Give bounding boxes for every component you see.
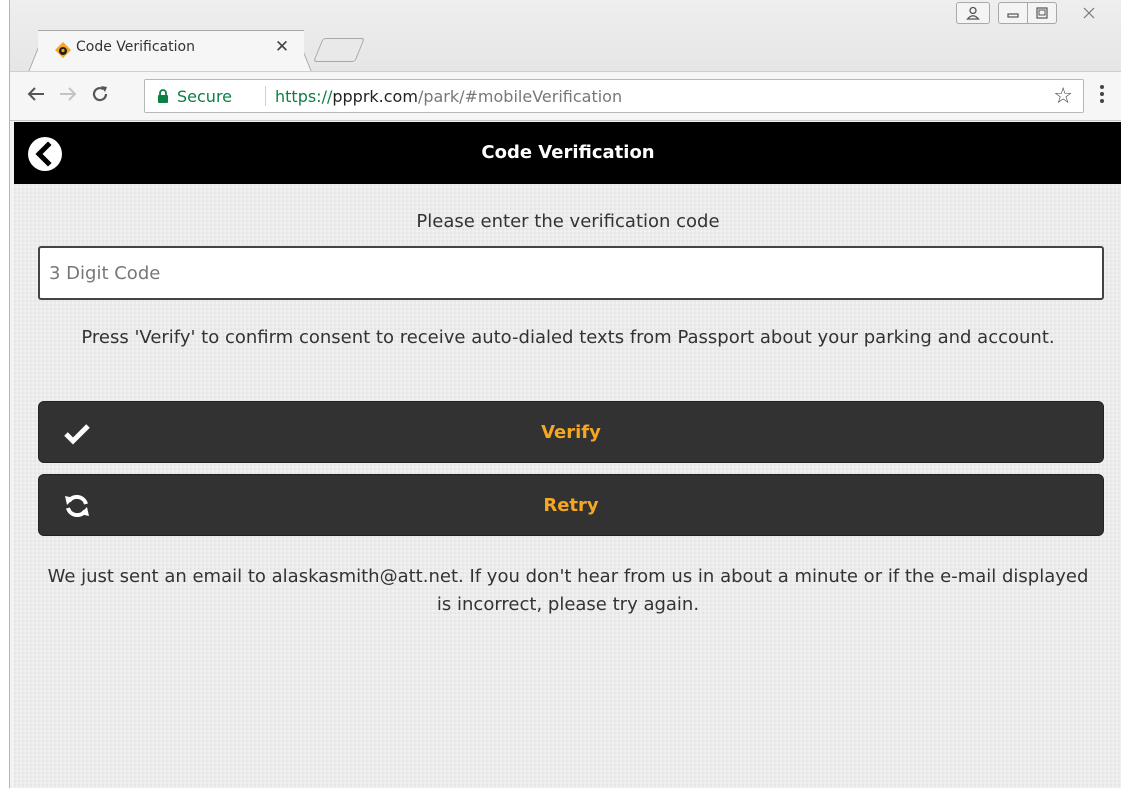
retry-button[interactable]: Retry — [38, 474, 1104, 536]
retry-button-label: Retry — [543, 495, 599, 516]
maximize-icon[interactable] — [1027, 2, 1057, 24]
window-close-icon[interactable] — [1066, 2, 1112, 24]
verify-button[interactable]: Verify — [38, 401, 1104, 463]
reload-icon[interactable] — [88, 84, 112, 108]
email-notice: We just sent an email to alaskasmith@att… — [47, 566, 1089, 615]
minimize-icon[interactable] — [998, 2, 1028, 24]
back-arrow-icon[interactable] — [24, 84, 48, 108]
verify-button-label: Verify — [541, 422, 601, 443]
page-title: Code Verification — [481, 142, 655, 163]
forward-arrow-icon[interactable] — [56, 84, 80, 108]
code-input[interactable] — [38, 246, 1104, 300]
verification-prompt: Please enter the verification code — [416, 211, 720, 232]
tab-close-icon[interactable]: ✕ — [272, 37, 292, 57]
browser-window: Code Verification ✕ Secure https://ppprk… — [9, 0, 1121, 788]
url-host: ppprk.com — [332, 87, 418, 106]
new-tab-button[interactable] — [313, 38, 365, 62]
url-text[interactable]: https://ppprk.com/park/#mobileVerificati… — [275, 87, 622, 106]
omnibox-divider — [265, 86, 266, 106]
secure-label: Secure — [177, 87, 233, 106]
passport-favicon-icon — [55, 42, 71, 58]
lock-icon — [158, 89, 168, 103]
verification-panel: Please enter the verification code Press… — [14, 184, 1121, 788]
tab-strip: Code Verification ✕ — [10, 0, 1121, 72]
url-path: /park/#mobileVerification — [417, 87, 623, 106]
app-header: Code Verification — [14, 122, 1121, 184]
address-bar[interactable]: Secure https://ppprk.com/park/#mobileVer… — [144, 79, 1084, 113]
browser-menu-icon[interactable] — [1094, 84, 1110, 104]
url-scheme: https:// — [275, 87, 333, 106]
consent-text: Press 'Verify' to confirm consent to rec… — [81, 327, 1055, 348]
browser-toolbar: Secure https://ppprk.com/park/#mobileVer… — [10, 71, 1121, 121]
tab-title: Code Verification — [76, 39, 195, 55]
bookmark-star-icon[interactable]: ☆ — [1053, 84, 1073, 109]
user-profile-icon[interactable] — [956, 2, 990, 24]
